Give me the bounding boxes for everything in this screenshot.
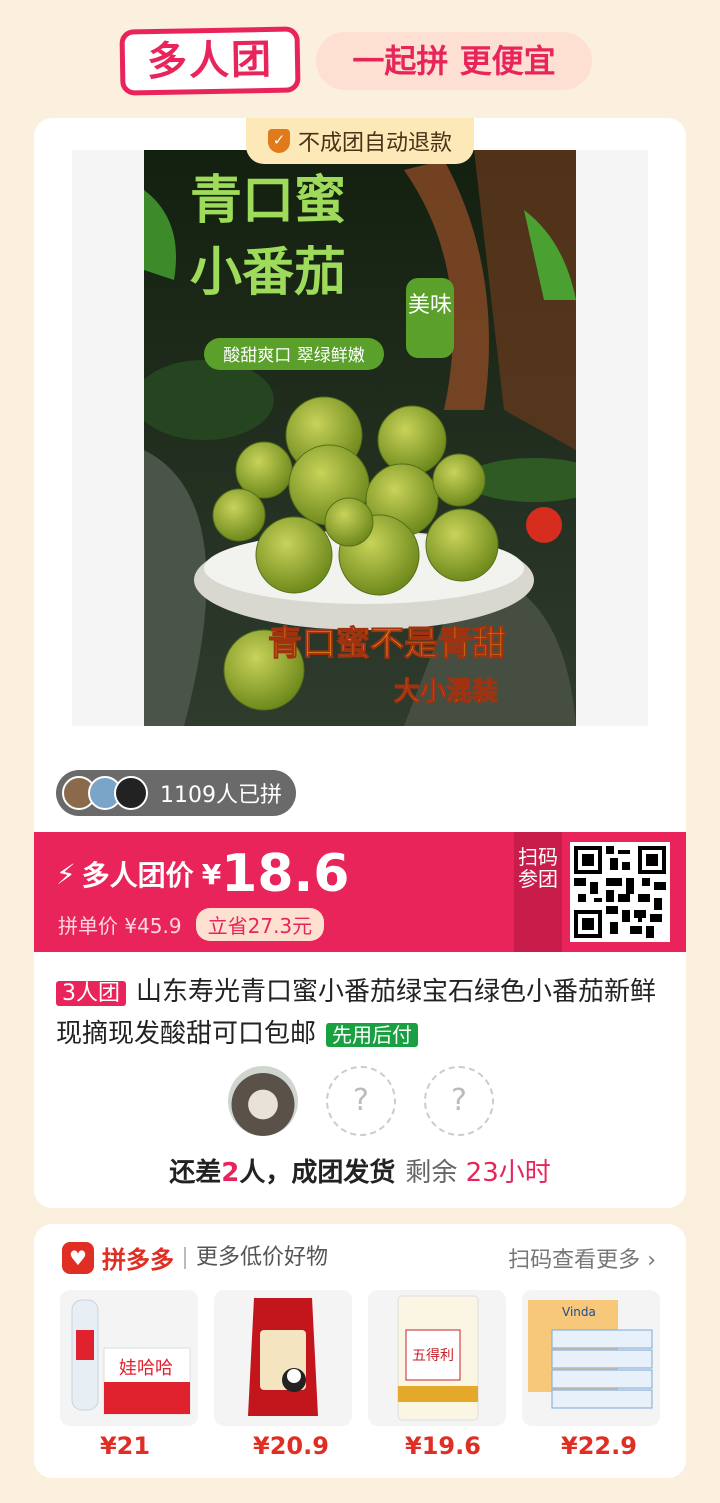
product-title[interactable]: 3人团 山东寿光青口蜜小番茄绿宝石绿色小番茄新鲜现摘现发酸甜可口包邮 先用后付 <box>56 972 666 1055</box>
group-price: 18.6 <box>221 844 350 904</box>
pay-later-tag: 先用后付 <box>326 1023 419 1047</box>
refund-badge: ✓ 不成团自动退款 <box>246 118 474 164</box>
product-tissue[interactable]: Vinda <box>522 1290 660 1426</box>
header: 多人团 一起拼 更便宜 <box>0 0 720 120</box>
image-features: 酸甜爽口 翠绿鲜嫩 <box>223 346 364 366</box>
header-slogan: 一起拼 更便宜 <box>316 32 592 90</box>
scan-more-link[interactable]: 扫码查看更多 › <box>508 1242 656 1274</box>
price-bar: ⚡ 多人团价 ¥18.6 拼单价 ¥45.9 立省27.3元 扫码参团 <box>34 832 686 952</box>
product-price: ¥22.9 <box>561 1432 637 1460</box>
shield-check-icon: ✓ <box>267 129 290 153</box>
scan-to-join-label: 扫码参团 <box>514 832 562 952</box>
image-title-1: 青口蜜 <box>190 171 346 231</box>
member-avatar <box>228 1066 298 1136</box>
remain-time: 23小时 <box>465 1158 551 1188</box>
need-number: 2 <box>221 1158 240 1188</box>
pdd-logo-icon: ♥ <box>62 1241 94 1274</box>
product-brand-label: Vinda <box>562 1305 596 1319</box>
qr-code[interactable] <box>570 842 670 942</box>
empty-slot: ? <box>424 1066 494 1136</box>
product-flour[interactable]: 五得利 <box>368 1290 506 1426</box>
lightning-icon: ⚡ <box>56 857 76 891</box>
scan-more-text: 扫码查看更多 <box>508 1248 641 1273</box>
product-rice[interactable] <box>214 1290 352 1426</box>
pdd-brand: ♥ 拼多多 更多低价好物 <box>62 1240 328 1275</box>
duorentuan-logo: 多人团 <box>119 26 301 96</box>
product-price: ¥19.6 <box>405 1432 481 1460</box>
image-bubble: 美味 <box>408 293 452 318</box>
need-suffix: 人，成团发货 <box>239 1158 396 1188</box>
group-status: 还差2人，成团发货 剩余 23小时 <box>0 1152 720 1189</box>
remain-label: 剩余 <box>405 1158 458 1188</box>
product-price: ¥21 <box>99 1432 151 1460</box>
chevron-right-icon: › <box>647 1248 656 1273</box>
group-price-label: 多人团价 <box>81 859 194 892</box>
avatar <box>114 776 148 810</box>
single-price: 拼单价 ¥45.9 <box>58 914 182 938</box>
image-mix: 大小混装 <box>394 677 498 707</box>
recommend-subtitle: 更多低价好物 <box>184 1246 328 1269</box>
product-price: ¥20.9 <box>253 1432 329 1460</box>
product-brand-label: 五得利 <box>412 1347 454 1364</box>
image-title-2: 小番茄 <box>190 243 346 303</box>
need-prefix: 还差 <box>169 1158 222 1188</box>
group-size-tag: 3人团 <box>56 981 126 1006</box>
empty-slot: ? <box>326 1066 396 1136</box>
joined-count-pill: 1109人已拼 <box>56 770 296 816</box>
product-brand-label: 娃哈哈 <box>119 1358 173 1379</box>
save-badge: 立省27.3元 <box>195 908 325 941</box>
image-slogan: 青口蜜不是青甜 <box>268 624 506 664</box>
product-image[interactable]: 青口蜜 小番茄 美味 酸甜爽口 翠绿鲜嫩 青口蜜不是青甜 大小混装 <box>144 150 576 726</box>
refund-text: 不成团自动退款 <box>297 131 452 156</box>
joined-count: 1109人已拼 <box>160 783 282 808</box>
product-water[interactable]: 娃哈哈 <box>60 1290 198 1426</box>
pdd-brand-name: 拼多多 <box>102 1246 174 1274</box>
group-members: ? ? <box>228 1066 522 1136</box>
currency-symbol: ¥ <box>201 857 222 891</box>
